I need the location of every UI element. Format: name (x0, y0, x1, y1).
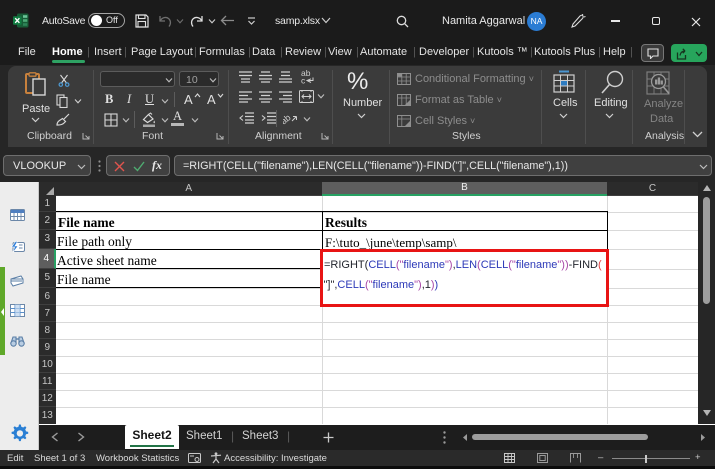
svg-text:ab: ab (283, 112, 293, 125)
